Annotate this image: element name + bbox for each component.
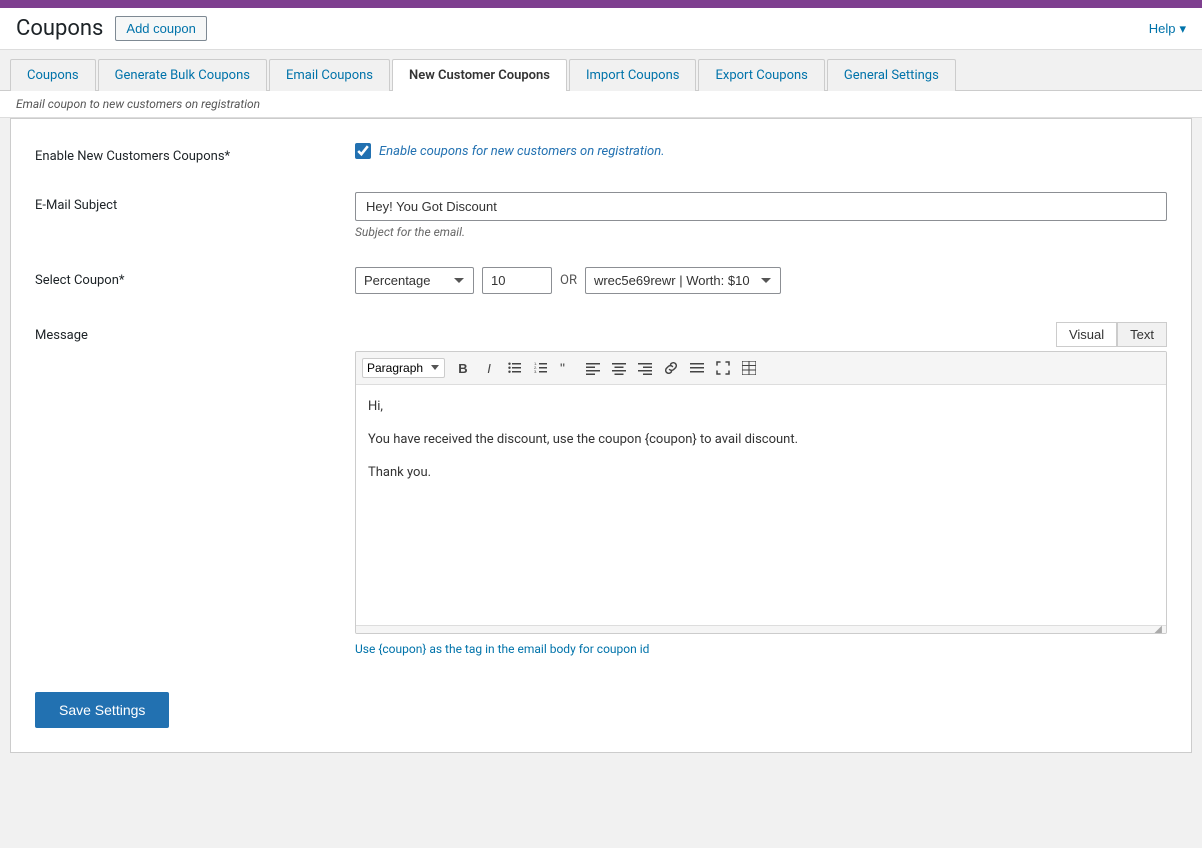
main-content: Enable New Customers Coupons* Enable cou… <box>10 118 1192 753</box>
help-button[interactable]: Help ▾ <box>1149 21 1186 37</box>
email-subject-row: E-Mail Subject Subject for the email. <box>35 192 1167 239</box>
svg-text:": " <box>560 361 565 375</box>
tab-generate-bulk[interactable]: Generate Bulk Coupons <box>98 59 267 91</box>
format-select[interactable]: Paragraph Heading 1 Heading 2 Heading 3 <box>362 358 445 378</box>
editor-resize-handle: ◢ <box>356 625 1166 633</box>
message-row: Message Visual Text Paragraph Heading 1 … <box>35 322 1167 656</box>
or-text: OR <box>560 273 577 288</box>
tab-export-coupons[interactable]: Export Coupons <box>698 59 824 91</box>
header-left: Coupons Add coupon <box>16 16 207 41</box>
message-label: Message <box>35 322 355 343</box>
select-coupon-label: Select Coupon* <box>35 267 355 288</box>
enable-row: Enable New Customers Coupons* Enable cou… <box>35 143 1167 164</box>
tab-general-settings[interactable]: General Settings <box>827 59 956 91</box>
link-button[interactable] <box>659 356 683 380</box>
existing-coupon-select[interactable]: wrec5e69rewr | Worth: $10 <box>585 267 781 294</box>
chevron-down-icon: ▾ <box>1179 21 1186 37</box>
help-label: Help <box>1149 21 1176 36</box>
coupon-select-controls: Percentage Fixed Cart Fixed Product OR w… <box>355 267 1167 294</box>
message-line1: Hi, <box>368 397 1154 418</box>
tab-new-customer[interactable]: New Customer Coupons <box>392 59 567 91</box>
coupon-tag-hint: Use {coupon} as the tag in the email bod… <box>355 642 1167 656</box>
subtitle-text: Email coupon to new customers on registr… <box>16 97 260 111</box>
email-subject-label: E-Mail Subject <box>35 192 355 213</box>
unordered-list-button[interactable] <box>503 356 527 380</box>
editor-wrapper: Paragraph Heading 1 Heading 2 Heading 3 … <box>355 351 1167 634</box>
add-coupon-button[interactable]: Add coupon <box>115 16 206 41</box>
page-title: Coupons <box>16 16 103 41</box>
email-subject-hint: Subject for the email. <box>355 225 1167 239</box>
horizontal-rule-button[interactable] <box>685 356 709 380</box>
message-field: Visual Text Paragraph Heading 1 Heading … <box>355 322 1167 656</box>
blockquote-button[interactable]: " <box>555 356 579 380</box>
enable-description: Enable coupons for new customers on regi… <box>379 144 665 159</box>
subtitle-bar: Email coupon to new customers on registr… <box>0 90 1202 118</box>
message-line2: You have received the discount, use the … <box>368 430 1154 451</box>
message-line3: Thank you. <box>368 463 1154 484</box>
coupon-type-select[interactable]: Percentage Fixed Cart Fixed Product <box>355 267 474 294</box>
top-bar <box>0 0 1202 8</box>
ordered-list-button[interactable]: 1.2.3. <box>529 356 553 380</box>
enable-checkbox[interactable] <box>355 143 371 159</box>
editor-toolbar: Paragraph Heading 1 Heading 2 Heading 3 … <box>356 352 1166 385</box>
coupon-amount-input[interactable] <box>482 267 552 294</box>
bold-button[interactable]: B <box>451 356 475 380</box>
editor-tab-outer: Visual Text <box>355 322 1167 351</box>
resize-icon: ◢ <box>1154 624 1162 634</box>
table-button[interactable] <box>737 356 761 380</box>
select-coupon-field: Percentage Fixed Cart Fixed Product OR w… <box>355 267 1167 294</box>
message-editor[interactable]: Hi, You have received the discount, use … <box>356 385 1166 625</box>
align-center-button[interactable] <box>607 356 631 380</box>
save-settings-button[interactable]: Save Settings <box>35 692 169 728</box>
vis-text-tabs: Visual Text <box>1056 322 1167 347</box>
tab-import-coupons[interactable]: Import Coupons <box>569 59 697 91</box>
select-coupon-row: Select Coupon* Percentage Fixed Cart Fix… <box>35 267 1167 294</box>
align-right-button[interactable] <box>633 356 657 380</box>
align-left-button[interactable] <box>581 356 605 380</box>
tabs-bar: Coupons Generate Bulk Coupons Email Coup… <box>0 58 1202 90</box>
header: Coupons Add coupon Help ▾ <box>0 8 1202 50</box>
save-row: Save Settings <box>35 676 1167 728</box>
email-subject-input[interactable] <box>355 192 1167 221</box>
enable-label-text: Enable New Customers Coupons* <box>35 143 355 164</box>
svg-text:3.: 3. <box>534 369 537 374</box>
visual-tab-button[interactable]: Visual <box>1056 322 1117 347</box>
text-tab-button[interactable]: Text <box>1117 322 1167 347</box>
enable-checkbox-row: Enable coupons for new customers on regi… <box>355 143 1167 159</box>
email-subject-field: Subject for the email. <box>355 192 1167 239</box>
italic-button[interactable]: I <box>477 356 501 380</box>
tab-email-coupons[interactable]: Email Coupons <box>269 59 390 91</box>
tab-coupons[interactable]: Coupons <box>10 59 96 91</box>
enable-field: Enable coupons for new customers on regi… <box>355 143 1167 159</box>
fullscreen-button[interactable] <box>711 356 735 380</box>
